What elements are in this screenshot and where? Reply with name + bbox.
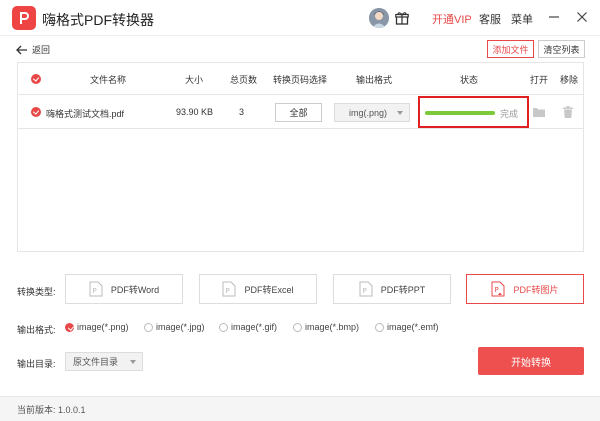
title-bar: 嗨格式PDF转换器 开通VIP 客服 菜单 xyxy=(0,0,600,36)
header-remove: 移除 xyxy=(560,75,579,85)
svg-text:P: P xyxy=(362,287,366,295)
page-select-button[interactable]: 全部 xyxy=(275,103,322,122)
format-option-label: image(*.emf) xyxy=(387,322,439,332)
format-radio-gif[interactable]: image(*.gif) xyxy=(219,322,277,332)
clear-list-button[interactable]: 清空列表 xyxy=(538,40,585,58)
file-table: 文件名称 大小 总页数 转换页码选择 输出格式 状态 打开 移除 嗨格式测试文档… xyxy=(17,62,584,252)
header-name: 文件名称 xyxy=(90,75,127,85)
support-link[interactable]: 客服 xyxy=(479,11,501,27)
output-format-label: 输出格式: xyxy=(17,325,56,335)
select-all-checkbox[interactable] xyxy=(31,74,41,84)
output-format-select[interactable]: img(.png) xyxy=(334,103,410,122)
chevron-down-icon xyxy=(130,360,136,364)
close-icon[interactable] xyxy=(575,10,589,24)
type-label: PDF转PPT xyxy=(380,284,426,295)
table-header: 文件名称 大小 总页数 转换页码选择 输出格式 状态 打开 移除 xyxy=(18,63,583,95)
status-bar: 当前版本: 1.0.0.1 xyxy=(0,396,600,421)
row-checkbox[interactable] xyxy=(31,107,41,117)
document-icon: P xyxy=(89,281,103,297)
type-label: PDF转Word xyxy=(110,284,160,295)
back-button[interactable]: 返回 xyxy=(16,43,50,56)
output-dir-label: 输出目录: xyxy=(17,359,56,369)
start-convert-button[interactable]: 开始转换 xyxy=(478,347,584,375)
menu-link[interactable]: 菜单 xyxy=(511,11,533,27)
format-option-label: image(*.png) xyxy=(77,322,129,332)
type-pdf-to-word-button[interactable]: P PDF转Word xyxy=(65,274,183,304)
format-radio-bmp[interactable]: image(*.bmp) xyxy=(293,322,359,332)
arrow-left-icon xyxy=(16,45,27,54)
app-title: 嗨格式PDF转换器 xyxy=(42,12,154,28)
progress-bar xyxy=(425,111,495,115)
gift-icon[interactable] xyxy=(395,11,409,25)
output-dir-select[interactable]: 原文件目录 xyxy=(65,352,143,371)
document-icon: P xyxy=(359,281,373,297)
type-label: PDF转Excel xyxy=(244,284,294,295)
svg-text:P: P xyxy=(495,286,499,294)
table-row: 嗨格式测试文档.pdf 93.90 KB 3 全部 img(.png) 完成 xyxy=(18,96,583,129)
trash-icon[interactable] xyxy=(563,106,573,118)
header-page-select: 转换页码选择 xyxy=(273,75,328,85)
user-avatar[interactable] xyxy=(369,8,389,28)
format-radio-jpg[interactable]: image(*.jpg) xyxy=(144,322,205,332)
folder-icon[interactable] xyxy=(533,107,545,117)
header-size: 大小 xyxy=(185,75,204,85)
header-output-format: 输出格式 xyxy=(356,75,393,85)
header-status: 状态 xyxy=(460,75,479,85)
image-document-icon: P xyxy=(491,281,505,297)
radio-dot xyxy=(219,322,228,332)
file-size: 93.90 KB xyxy=(176,107,214,117)
vip-link[interactable]: 开通VIP xyxy=(432,11,472,27)
status-cell: 完成 xyxy=(418,96,529,128)
format-radio-emf[interactable]: image(*.emf) xyxy=(375,322,439,332)
output-dir-value: 原文件目录 xyxy=(73,357,119,367)
header-open: 打开 xyxy=(530,75,549,85)
type-pdf-to-image-button[interactable]: P PDF转图片 xyxy=(466,274,584,304)
back-label: 返回 xyxy=(32,45,51,55)
type-pdf-to-excel-button[interactable]: P PDF转Excel xyxy=(199,274,317,304)
output-format-value: img(.png) xyxy=(349,107,388,118)
app-logo-icon xyxy=(12,6,36,30)
chevron-down-icon xyxy=(397,111,403,115)
add-file-button[interactable]: 添加文件 xyxy=(487,40,534,58)
format-radio-png[interactable]: image(*.png) xyxy=(65,322,129,332)
radio-dot xyxy=(375,322,384,332)
svg-text:P: P xyxy=(226,287,230,295)
conversion-type-label: 转换类型: xyxy=(17,287,56,297)
header-pages: 总页数 xyxy=(230,75,258,85)
svg-text:P: P xyxy=(92,287,96,295)
file-name: 嗨格式测试文档.pdf xyxy=(46,109,125,119)
radio-dot xyxy=(65,322,74,332)
minimize-icon[interactable] xyxy=(547,10,561,24)
type-label: PDF转图片 xyxy=(513,284,559,295)
type-pdf-to-ppt-button[interactable]: P PDF转PPT xyxy=(333,274,451,304)
radio-dot xyxy=(293,322,302,332)
format-option-label: image(*.gif) xyxy=(231,322,278,332)
progress-fill xyxy=(425,111,495,115)
file-pages: 3 xyxy=(239,107,245,117)
status-text: 完成 xyxy=(500,109,519,119)
format-option-label: image(*.jpg) xyxy=(156,322,205,332)
document-icon: P xyxy=(222,281,236,297)
version-text: 当前版本: 1.0.0.1 xyxy=(17,405,86,415)
radio-dot xyxy=(144,322,153,332)
format-option-label: image(*.bmp) xyxy=(305,322,360,332)
